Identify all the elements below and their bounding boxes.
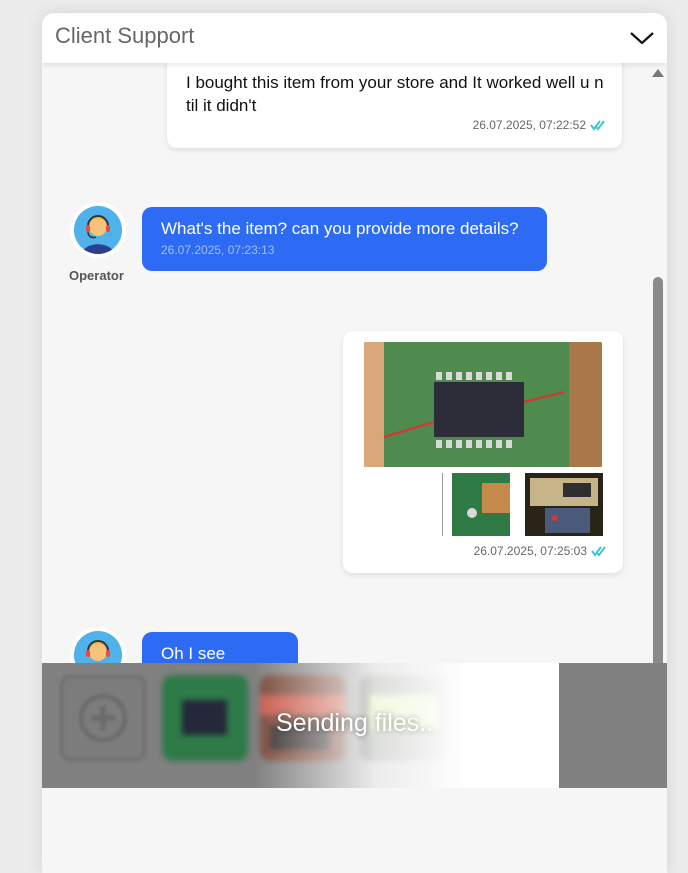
plus-circle-icon — [79, 694, 127, 742]
scrollbar-thumb[interactable] — [653, 277, 663, 697]
message-text: I bought this item from your store and I… — [186, 73, 604, 115]
chevron-down-icon — [630, 32, 654, 45]
upload-bar: Sending files.. — [42, 663, 667, 788]
scroll-up-arrow-icon[interactable] — [652, 69, 664, 77]
upload-thumbnail[interactable] — [162, 675, 248, 761]
message-text: What's the item? can you provide more de… — [161, 219, 519, 238]
user-image-message: 26.07.2025, 07:25:03 — [343, 331, 623, 573]
chat-widget: Client Support I bought this item from y… — [42, 13, 667, 873]
message-time: 26.07.2025, 07:22:52 — [472, 118, 586, 132]
collapse-button[interactable] — [625, 25, 659, 51]
double-check-icon — [590, 120, 605, 131]
operator-avatar — [74, 206, 122, 254]
operator-message: What's the item? can you provide more de… — [142, 207, 547, 271]
message-meta: 26.07.2025, 07:25:03 — [474, 544, 607, 558]
attachment-image[interactable] — [364, 342, 602, 467]
message-time: 26.07.2025, 07:25:03 — [473, 544, 587, 558]
operator-avatar-icon — [74, 206, 122, 254]
attachment-image[interactable] — [442, 473, 510, 536]
user-message: I bought this item from your store and I… — [167, 53, 622, 148]
sending-status: Sending files.. — [276, 709, 434, 737]
message-meta: 26.07.2025, 07:22:52 — [473, 118, 606, 132]
double-check-icon — [591, 546, 606, 557]
chat-header: Client Support — [42, 13, 667, 63]
attachment-image[interactable] — [525, 473, 603, 536]
message-time: 26.07.2025, 07:23:13 — [161, 243, 275, 257]
add-file-button[interactable] — [60, 675, 146, 761]
message-text: Oh I see — [161, 644, 226, 663]
chat-title: Client Support — [55, 23, 195, 48]
operator-label: Operator — [69, 268, 124, 283]
